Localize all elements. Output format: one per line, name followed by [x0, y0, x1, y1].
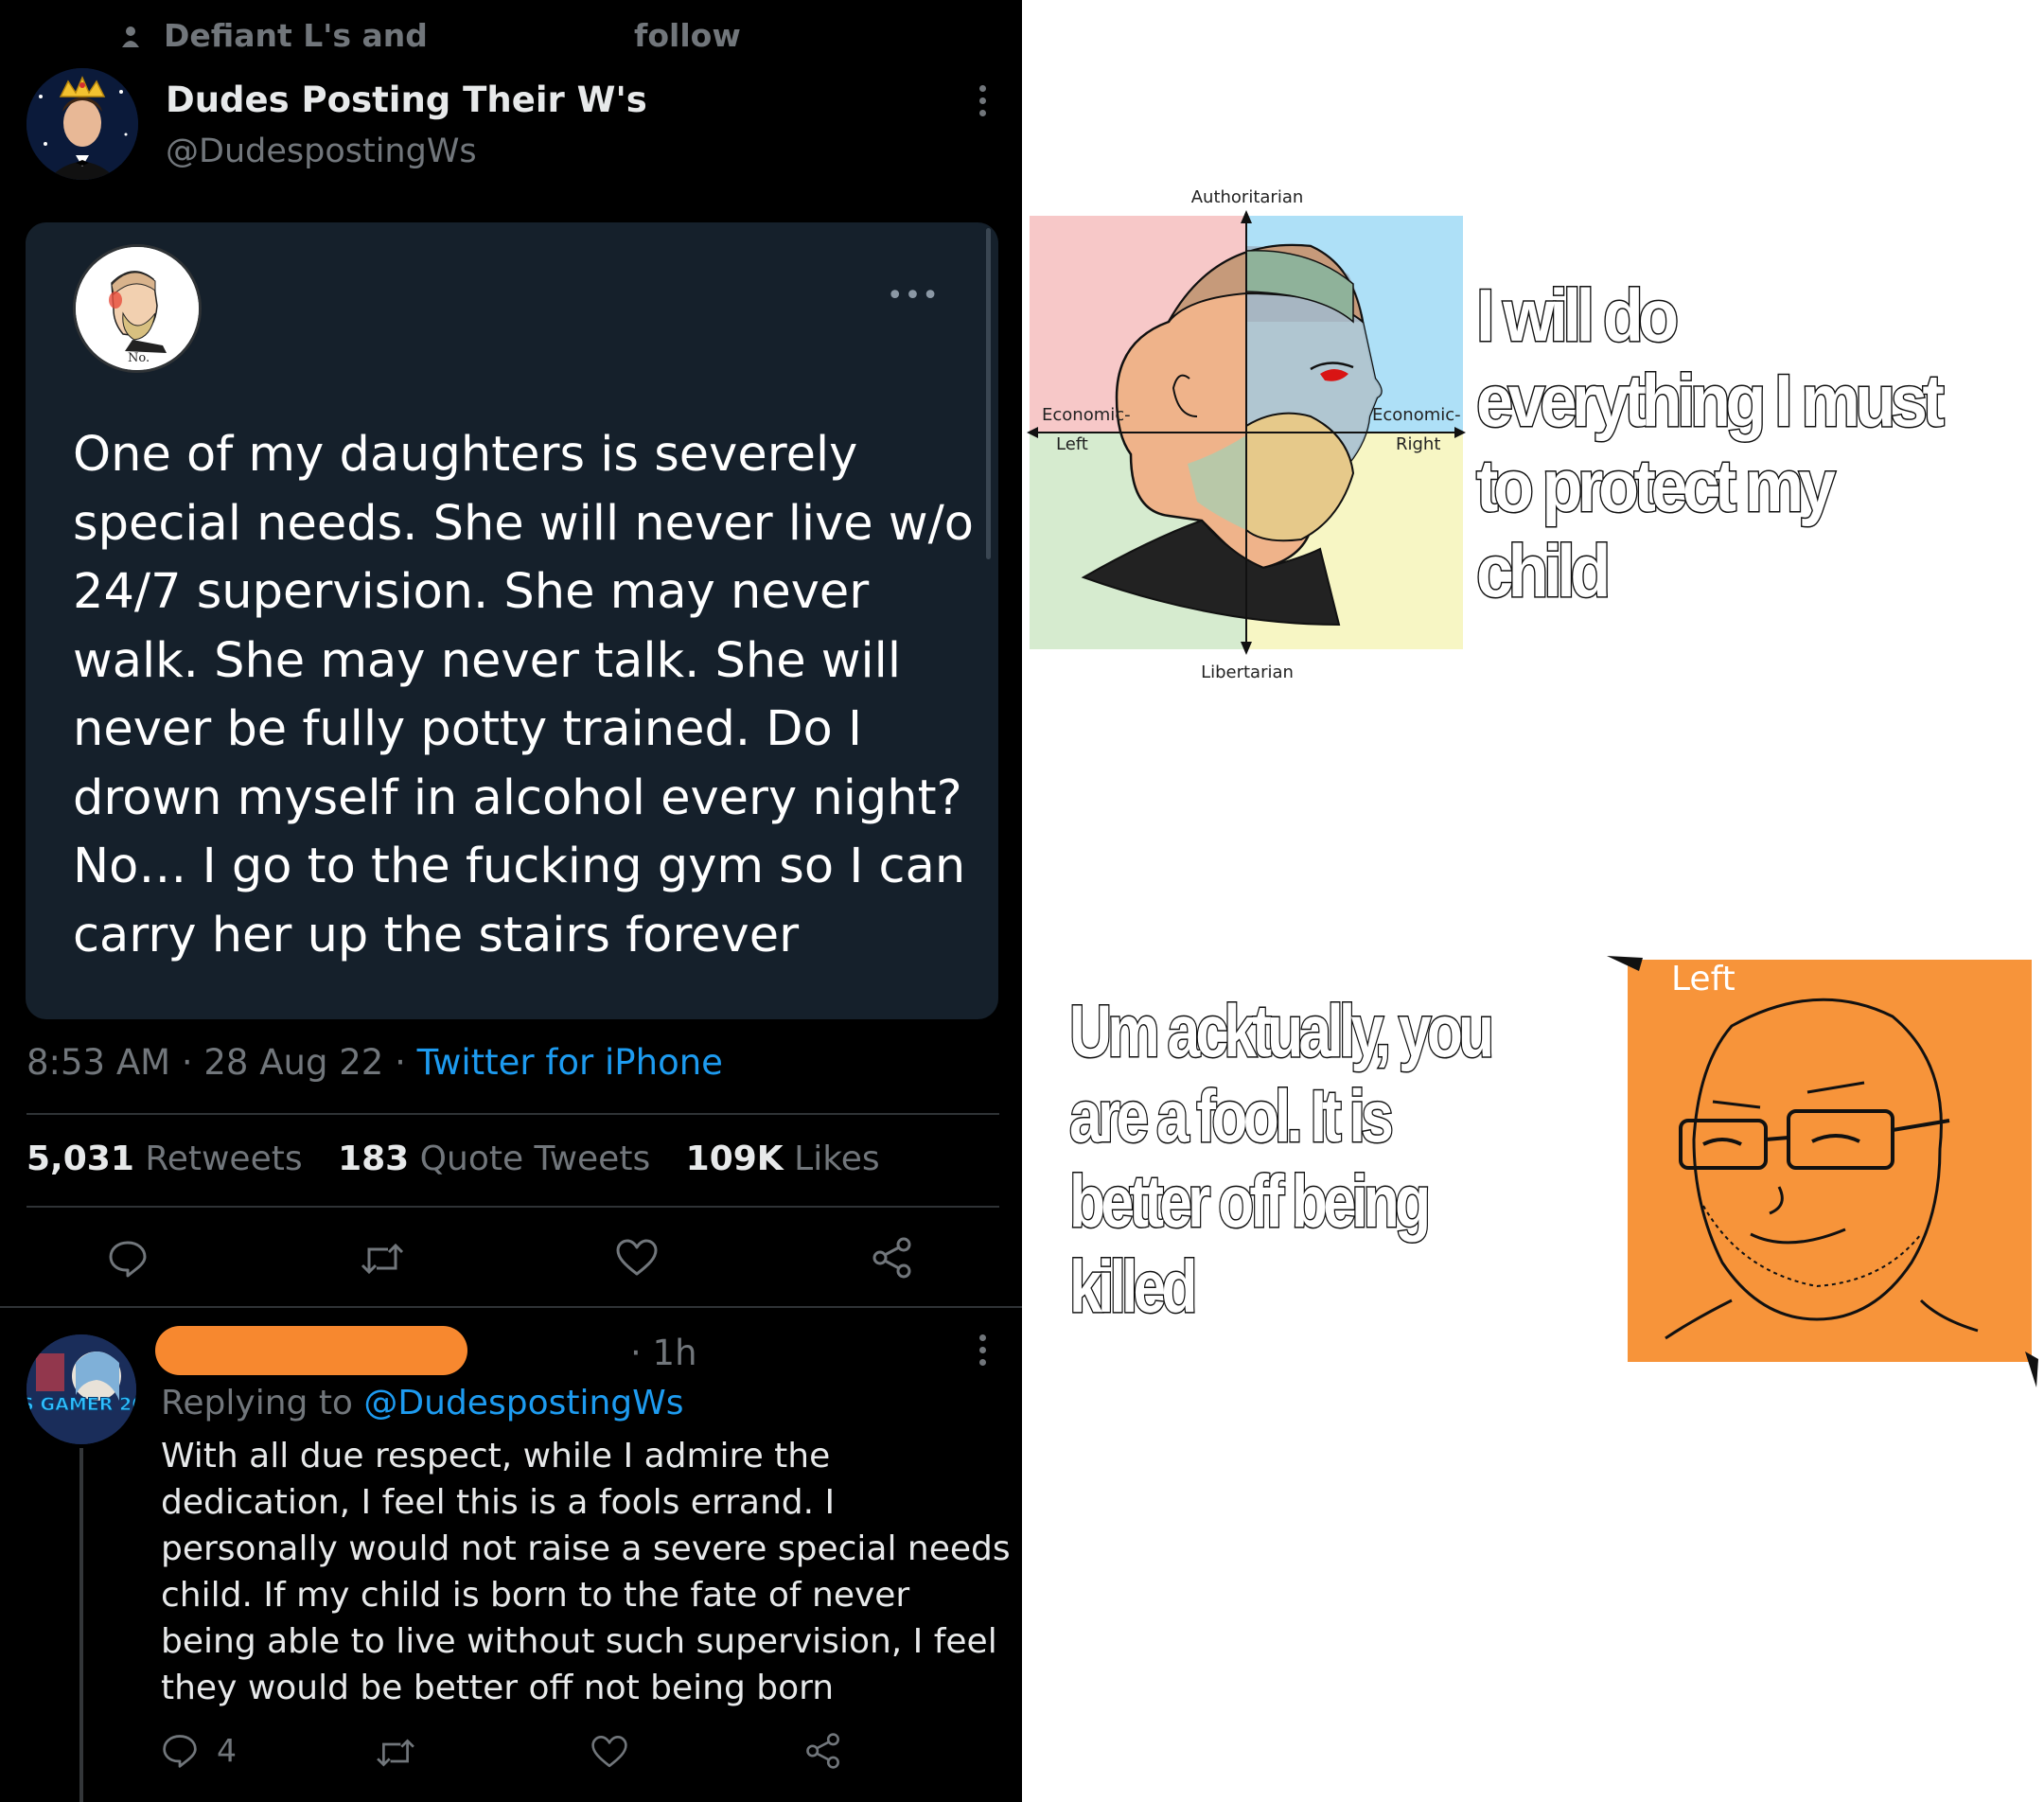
divider: [0, 1306, 1022, 1308]
meme-bottom-line-3: better off being: [1068, 1159, 1433, 1243]
likes-label: Likes: [794, 1140, 880, 1178]
like-icon[interactable]: [615, 1238, 659, 1278]
replying-to: Replying to @DudespostingWs: [161, 1384, 683, 1422]
reply-more-options-icon[interactable]: [978, 1334, 987, 1372]
thread-line: [79, 1448, 83, 1802]
compass-right-label-1: Economic-: [1372, 405, 1461, 425]
quote-tweets-label: Quote Tweets: [419, 1140, 651, 1178]
divider: [26, 1206, 999, 1208]
compass-bottom-label: Libertarian: [1201, 662, 1294, 682]
reply-count: 4: [217, 1732, 237, 1769]
meme-bottom-line-2: are a fool. It is: [1068, 1074, 1395, 1157]
retweet-icon[interactable]: [375, 1736, 416, 1770]
compass-left-label-2: Left: [1056, 434, 1088, 454]
soyjak-face: [1628, 960, 2032, 1362]
reply-avatar-image: HS GAMER 205: [26, 1334, 136, 1444]
wojak-panel: [1628, 960, 2032, 1362]
tweet-time: 8:53 AM: [26, 1042, 171, 1083]
meta-separator: ·: [181, 1042, 204, 1083]
quoted-avatar: No.: [73, 244, 202, 373]
quoted-tweet-card[interactable]: No. ••• One of my daughters is severely …: [26, 222, 998, 1019]
compass-left-label-1: Economic-: [1042, 405, 1131, 425]
like-icon[interactable]: [590, 1734, 628, 1770]
meme-bottom-line-1: Um acktually, you: [1068, 989, 1496, 1072]
panel-corner-mark: [2025, 1352, 2038, 1387]
follow-label[interactable]: follow: [634, 17, 741, 54]
retweets-count: 5,031: [26, 1140, 134, 1178]
share-icon[interactable]: [804, 1732, 842, 1770]
author-avatar[interactable]: [26, 68, 138, 180]
replying-prefix: Replying to: [161, 1384, 353, 1422]
social-context-label: Defiant L's and: [164, 17, 428, 54]
meme-top-line-4: child: [1475, 529, 1612, 612]
quoted-tweet-text: One of my daughters is severely special …: [73, 427, 974, 963]
more-options-icon[interactable]: [978, 85, 987, 123]
author-display-name[interactable]: Dudes Posting Their W's: [166, 80, 647, 120]
tweet-source-link[interactable]: Twitter for iPhone: [417, 1042, 723, 1083]
retweets-label: Retweets: [145, 1140, 303, 1178]
tweet-date: 28 Aug 22: [203, 1042, 384, 1083]
reply-avatar-text: HS GAMER 205: [26, 1394, 136, 1415]
chad-avatar-image: No.: [76, 247, 199, 370]
retweets-stat[interactable]: 5,031 Retweets: [26, 1140, 303, 1178]
compass-right-label-2: Right: [1396, 434, 1440, 454]
author-avatar-image: [26, 68, 138, 180]
likes-stat[interactable]: 109K Likes: [686, 1140, 880, 1178]
meme-top-line-3: to protect my: [1475, 444, 1838, 527]
person-icon: [122, 26, 139, 47]
redacted-username: [155, 1326, 467, 1375]
meta-separator: ·: [395, 1042, 417, 1083]
reply-icon[interactable]: [107, 1238, 149, 1280]
reply-icon[interactable]: [161, 1732, 199, 1770]
share-icon[interactable]: [871, 1236, 914, 1280]
tweet-panel: Defiant L's and follow Dudes Posting The…: [0, 0, 1022, 1802]
quote-tweets-stat[interactable]: 183 Quote Tweets: [338, 1140, 650, 1178]
quoted-avatar-text: No.: [128, 351, 150, 365]
meme-bottom-line-4: killed: [1068, 1245, 1199, 1328]
tweet-stats: 5,031 Retweets 183 Quote Tweets 109K Lik…: [26, 1140, 880, 1178]
likes-count: 109K: [685, 1140, 784, 1178]
reply-text: With all due respect, while I admire the…: [161, 1437, 1011, 1707]
retweet-icon[interactable]: [360, 1240, 405, 1278]
meme-top-line-1: I will do: [1475, 274, 1681, 357]
reply-avatar[interactable]: HS GAMER 205: [26, 1334, 136, 1444]
divider: [26, 1113, 999, 1115]
meme-top-line-2: everything I must: [1475, 359, 1947, 442]
quoted-more-icon[interactable]: •••: [887, 279, 940, 312]
social-context-bar: Defiant L's and follow: [0, 11, 1022, 64]
replying-handle[interactable]: @DudespostingWs: [363, 1384, 683, 1422]
scrollbar[interactable]: [986, 228, 991, 559]
tweet-meta: 8:53 AM · 28 Aug 22 · Twitter for iPhone: [26, 1042, 723, 1083]
panel-corner-mark: [1607, 956, 1643, 971]
wojak-left-label: Left: [1671, 960, 1736, 998]
political-compass: Authoritarian Libertarian Economic- Left…: [1027, 187, 1466, 682]
author-handle[interactable]: @DudespostingWs: [166, 132, 477, 170]
compass-top-label: Authoritarian: [1191, 187, 1304, 207]
quote-tweets-count: 183: [338, 1140, 410, 1178]
reply-time: · 1h: [630, 1333, 697, 1373]
